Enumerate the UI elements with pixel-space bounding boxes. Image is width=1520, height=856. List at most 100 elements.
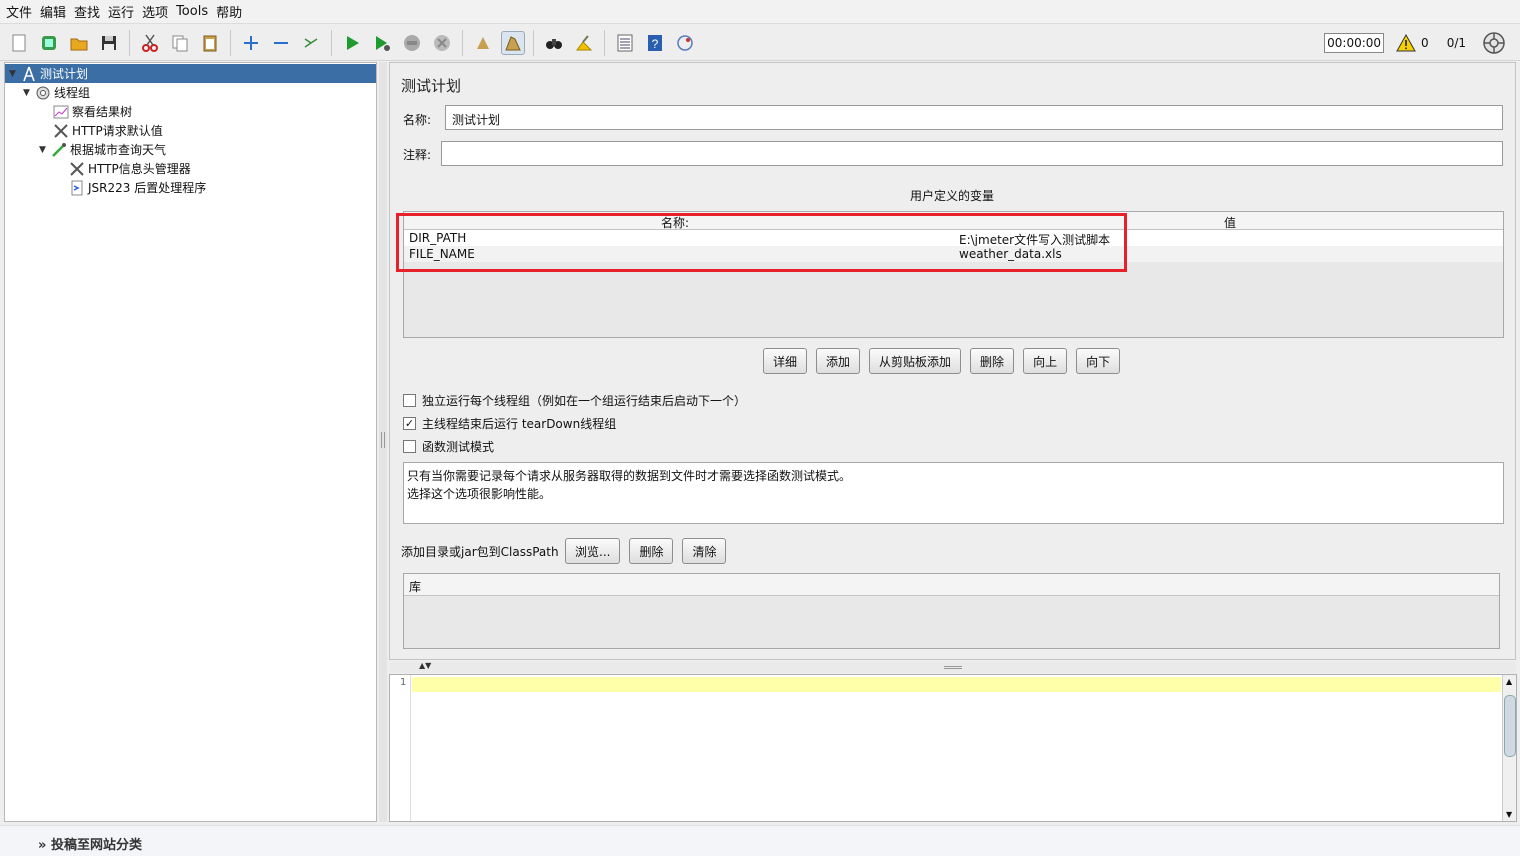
- function-helper-icon[interactable]: [613, 31, 637, 55]
- checkbox-box[interactable]: [403, 394, 416, 407]
- warning-indicator[interactable]: 0: [1396, 34, 1429, 52]
- status-area: 00:00:00 0 0/1: [1324, 25, 1520, 61]
- new-icon[interactable]: [7, 31, 31, 55]
- variable-buttons: 详细 添加 从剪贴板添加 删除 向上 向下: [763, 348, 1129, 374]
- description-line: 选择这个选项很影响性能。: [407, 487, 552, 501]
- name-field[interactable]: 测试计划: [445, 105, 1503, 130]
- scroll-down-icon[interactable]: ▼: [1506, 810, 1512, 819]
- test-plan-icon: [21, 66, 37, 82]
- checkbox-box[interactable]: [403, 440, 416, 453]
- description-line: 只有当你需要记录每个请求从服务器取得的数据到文件时才需要选择函数测试模式。: [407, 469, 852, 483]
- editor-scrollbar[interactable]: ▲ ▼: [1502, 675, 1516, 821]
- menu-options[interactable]: 选项: [142, 2, 168, 21]
- toolbar-separator: [230, 29, 231, 56]
- templates-icon[interactable]: [37, 31, 61, 55]
- toggle-icon[interactable]: [299, 31, 323, 55]
- save-icon[interactable]: [97, 31, 121, 55]
- checkbox-box[interactable]: ✓: [403, 417, 416, 430]
- remote-icon[interactable]: [673, 31, 697, 55]
- scroll-up-icon[interactable]: ▲: [1506, 677, 1512, 686]
- browse-button[interactable]: 浏览...: [565, 538, 621, 564]
- run-groups-consecutively-checkbox[interactable]: 独立运行每个线程组（例如在一个组运行结束后启动下一个）: [403, 392, 746, 409]
- move-up-button[interactable]: 向上: [1023, 348, 1068, 374]
- functional-mode-checkbox[interactable]: 函数测试模式: [403, 438, 494, 455]
- current-line-highlight: [412, 677, 1501, 692]
- tree-item-weather-request[interactable]: ▼ 根据城市查询天气: [39, 140, 166, 159]
- functional-mode-description: 只有当你需要记录每个请求从服务器取得的数据到文件时才需要选择函数测试模式。 选择…: [403, 462, 1504, 524]
- variable-value: weather_data.xls: [959, 247, 1062, 261]
- teardown-checkbox[interactable]: ✓ 主线程结束后运行 tearDown线程组: [403, 415, 616, 432]
- library-table[interactable]: 库: [403, 573, 1500, 649]
- scrollbar-thumb[interactable]: [1504, 695, 1516, 757]
- add-button[interactable]: 添加: [816, 348, 861, 374]
- add-from-clipboard-button[interactable]: 从剪贴板添加: [869, 348, 962, 374]
- tree-item-label: 察看结果树: [72, 105, 133, 119]
- splitter-grip[interactable]: [944, 666, 962, 669]
- menu-search[interactable]: 查找: [74, 2, 100, 21]
- tree-item-jsr223-postprocessor[interactable]: JSR223 后置处理程序: [69, 178, 206, 197]
- cut-icon[interactable]: [138, 31, 162, 55]
- collapse-arrow-icon[interactable]: ▼: [23, 88, 35, 98]
- classpath-label: 添加目录或jar包到ClassPath: [401, 545, 559, 559]
- help-icon[interactable]: ?: [643, 31, 667, 55]
- menu-edit[interactable]: 编辑: [40, 2, 66, 21]
- tree-item-label: JSR223 后置处理程序: [88, 181, 207, 195]
- collapse-icon[interactable]: [269, 31, 293, 55]
- splitter-grip[interactable]: [381, 432, 385, 448]
- wrench-icon: [53, 123, 69, 139]
- search-icon[interactable]: [542, 31, 566, 55]
- test-plan-panel: 测试计划 名称: 测试计划 注释: 用户定义的变量 名称: 值 DIR_PATH…: [389, 62, 1516, 660]
- menu-file[interactable]: 文件: [6, 2, 32, 21]
- svg-text:?: ?: [652, 37, 659, 51]
- tree-item-thread-group[interactable]: ▼ 线程组: [23, 83, 90, 102]
- reset-search-icon[interactable]: [572, 31, 596, 55]
- shutdown-icon[interactable]: [430, 31, 454, 55]
- code-editor[interactable]: 1 ▲ ▼: [389, 674, 1517, 822]
- wrench-icon: [69, 161, 85, 177]
- horizontal-splitter[interactable]: ▲▼: [389, 661, 1516, 673]
- expand-icon[interactable]: [239, 31, 263, 55]
- table-row[interactable]: DIR_PATH E:\jmeter文件写入测试脚本: [404, 230, 1503, 247]
- clear-icon[interactable]: [471, 31, 495, 55]
- footer-text: 投稿至网站分类: [50, 838, 142, 853]
- library-column-header[interactable]: 库: [404, 574, 1499, 596]
- start-icon[interactable]: [340, 31, 364, 55]
- tree-item-view-results-tree[interactable]: 察看结果树: [53, 102, 132, 121]
- variable-name: DIR_PATH: [409, 231, 467, 245]
- column-header-value[interactable]: 值: [1224, 214, 1236, 231]
- classpath-delete-button[interactable]: 删除: [629, 538, 674, 564]
- warning-icon: [1396, 34, 1416, 52]
- clear-button[interactable]: 清除: [682, 538, 727, 564]
- collapse-arrow-icon[interactable]: ▼: [39, 145, 51, 155]
- footer-link[interactable]: » 投稿至网站分类: [38, 834, 142, 853]
- tree-item-label: HTTP请求默认值: [72, 124, 163, 138]
- toolbar-separator: [462, 29, 463, 56]
- column-header-name[interactable]: 名称:: [661, 214, 689, 231]
- start-no-pause-icon[interactable]: [370, 31, 394, 55]
- delete-button[interactable]: 删除: [970, 348, 1015, 374]
- remote-status-icon[interactable]: [1482, 31, 1506, 55]
- menu-tools[interactable]: Tools: [176, 4, 208, 19]
- copy-icon[interactable]: [168, 31, 192, 55]
- tree-item-http-defaults[interactable]: HTTP请求默认值: [53, 121, 163, 140]
- tree-item-test-plan[interactable]: ▼ 测试计划: [5, 64, 376, 83]
- collapse-arrow-icon[interactable]: ▼: [9, 69, 21, 79]
- stop-icon[interactable]: [400, 31, 424, 55]
- tree-item-header-manager[interactable]: HTTP信息头管理器: [69, 159, 191, 178]
- toolbar-separator: [331, 29, 332, 56]
- clear-all-icon[interactable]: [501, 30, 525, 55]
- open-icon[interactable]: [67, 31, 91, 55]
- menu-run[interactable]: 运行: [108, 2, 134, 21]
- detail-button[interactable]: 详细: [763, 348, 808, 374]
- move-down-button[interactable]: 向下: [1076, 348, 1121, 374]
- comment-field[interactable]: [441, 141, 1503, 166]
- splitter-arrows-icon[interactable]: ▲▼: [419, 661, 431, 670]
- table-row[interactable]: FILE_NAME weather_data.xls: [404, 246, 1503, 262]
- user-variables-table[interactable]: 名称: 值 DIR_PATH E:\jmeter文件写入测试脚本 FILE_NA…: [403, 211, 1504, 338]
- checkbox-label: 主线程结束后运行 tearDown线程组: [422, 417, 617, 431]
- test-plan-tree[interactable]: ▼ 测试计划 ▼ 线程组 察看结果树 HTTP请求默认值 ▼ 根据城市查询天气 …: [4, 62, 377, 822]
- toolbar-separator: [604, 29, 605, 56]
- name-label: 名称:: [403, 113, 432, 127]
- menu-help[interactable]: 帮助: [216, 2, 242, 21]
- paste-icon[interactable]: [198, 31, 222, 55]
